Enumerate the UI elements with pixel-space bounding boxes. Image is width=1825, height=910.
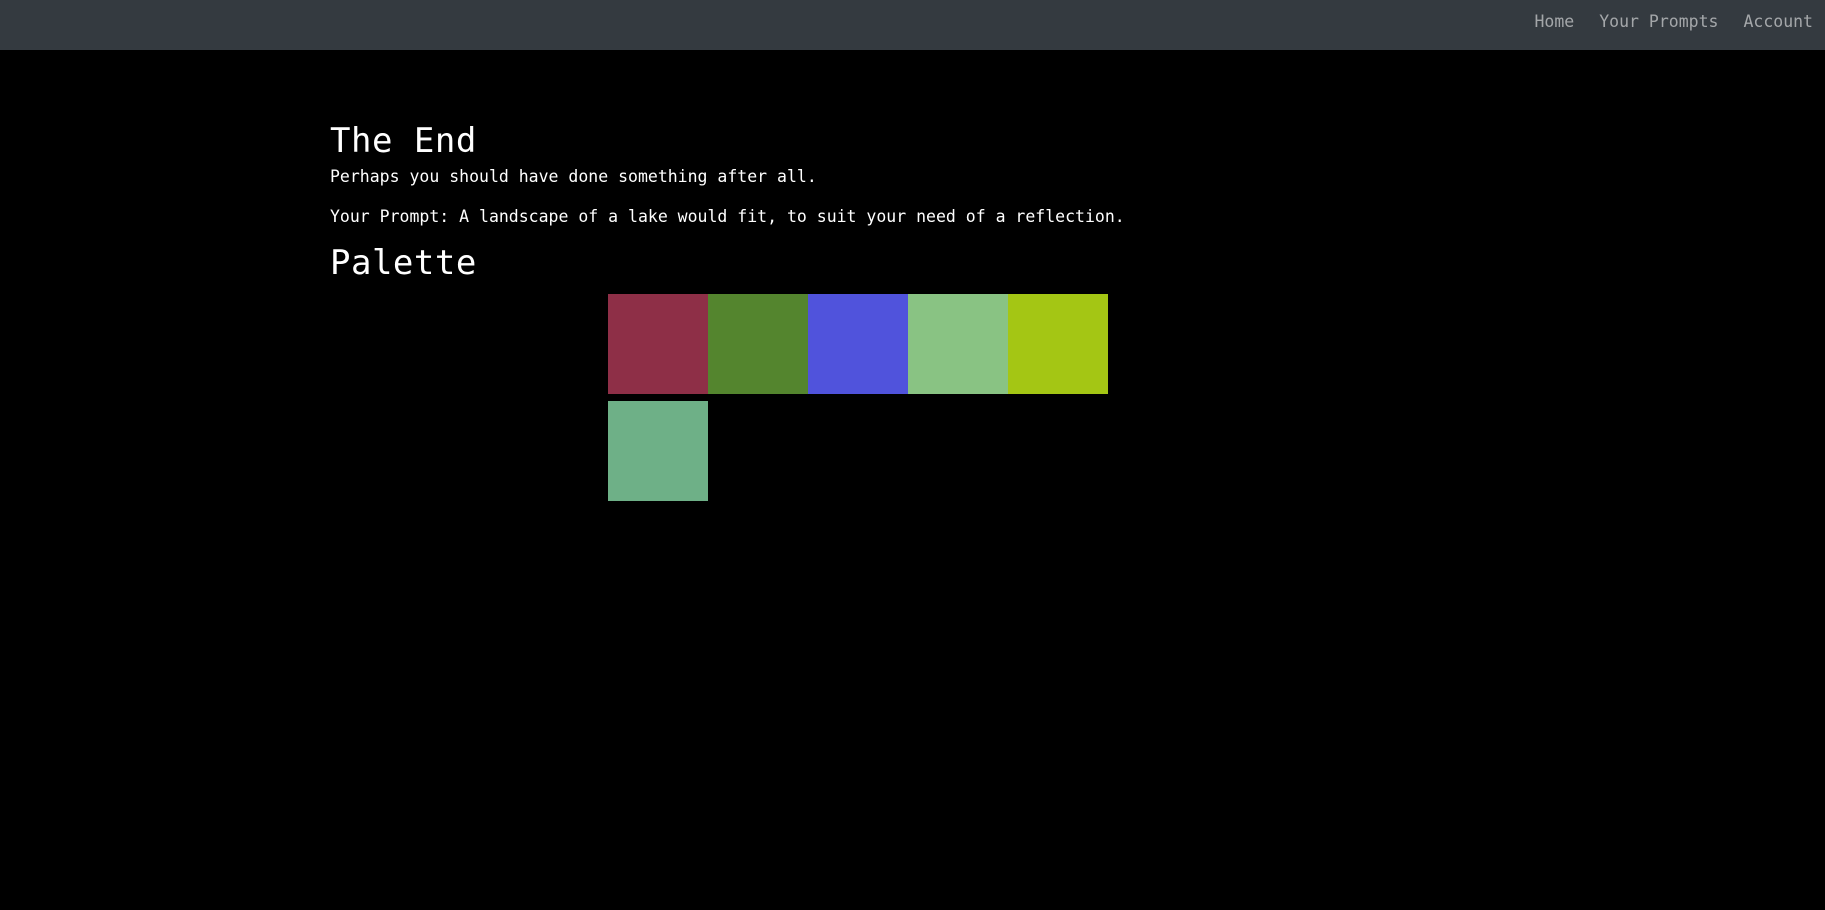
- main-content: The End Perhaps you should have done som…: [330, 117, 1495, 501]
- nav-home-link[interactable]: Home: [1534, 12, 1574, 31]
- color-swatch: [908, 294, 1008, 394]
- color-swatch: [808, 294, 908, 394]
- top-navbar: Home Your Prompts Account: [0, 0, 1825, 50]
- color-swatch: [1008, 294, 1108, 394]
- palette-grid: [608, 294, 1118, 501]
- nav-account-link[interactable]: Account: [1743, 12, 1813, 31]
- palette-heading: Palette: [330, 243, 477, 283]
- page-title: The End: [330, 121, 477, 161]
- nav-links: Home Your Prompts Account: [1534, 0, 1813, 43]
- color-swatch: [608, 294, 708, 394]
- ending-message: Perhaps you should have done something a…: [330, 167, 817, 186]
- color-swatch: [608, 401, 708, 501]
- color-swatch: [708, 294, 808, 394]
- prompt-text: Your Prompt: A landscape of a lake would…: [330, 207, 1125, 226]
- nav-your-prompts-link[interactable]: Your Prompts: [1599, 12, 1718, 31]
